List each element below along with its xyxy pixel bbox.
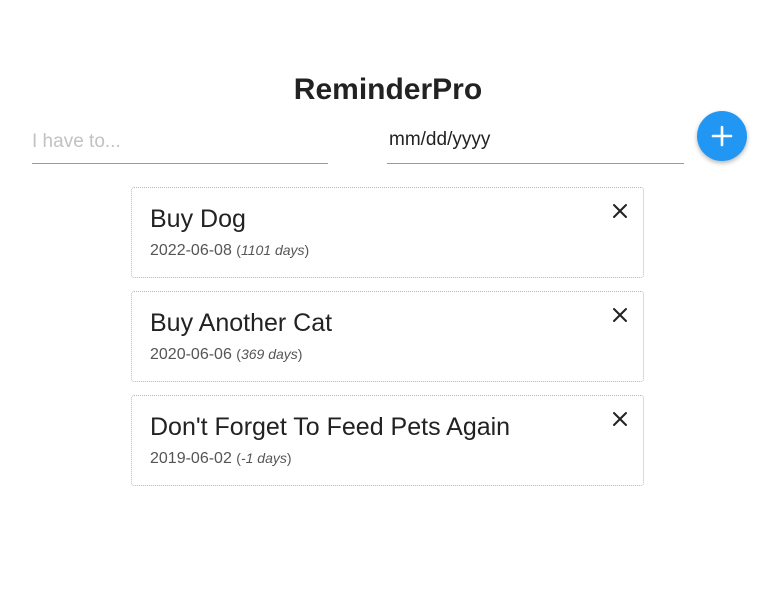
reminder-title: Buy Dog [150, 205, 246, 233]
reminder-meta: 2022-06-08 (1101 days) [150, 239, 309, 262]
delete-reminder-button[interactable] [611, 202, 629, 220]
reminder-card: Buy Another Cat 2020-06-06 (369 days) [131, 291, 644, 382]
reminder-card: Don't Forget To Feed Pets Again 2019-06-… [131, 395, 644, 486]
close-icon [611, 410, 629, 428]
reminder-meta: 2019-06-02 (-1 days) [150, 447, 292, 470]
app-root: ReminderPro mm/dd/yyyy Buy Dog 2022-06-0… [0, 0, 780, 589]
plus-icon [711, 125, 733, 147]
reminder-days: (1101 days) [236, 242, 310, 258]
reminder-date: 2022-06-08 [150, 242, 232, 259]
reminder-title: Don't Forget To Feed Pets Again [150, 413, 511, 441]
task-input[interactable] [32, 120, 328, 164]
reminder-date: 2019-06-02 [150, 450, 232, 467]
add-reminder-button[interactable] [697, 111, 747, 161]
reminder-title: Buy Another Cat [150, 309, 333, 337]
date-input[interactable]: mm/dd/yyyy [387, 120, 684, 164]
reminder-date: 2020-06-06 [150, 346, 232, 363]
reminder-meta: 2020-06-06 (369 days) [150, 343, 302, 366]
reminder-list: Buy Dog 2022-06-08 (1101 days) Buy Anoth… [131, 187, 644, 499]
delete-reminder-button[interactable] [611, 410, 629, 428]
reminder-days: (369 days) [236, 346, 303, 362]
reminder-card: Buy Dog 2022-06-08 (1101 days) [131, 187, 644, 278]
page-title: ReminderPro [293, 73, 483, 106]
close-icon [611, 306, 629, 324]
reminder-days: (-1 days) [236, 450, 292, 466]
delete-reminder-button[interactable] [611, 306, 629, 324]
close-icon [611, 202, 629, 220]
